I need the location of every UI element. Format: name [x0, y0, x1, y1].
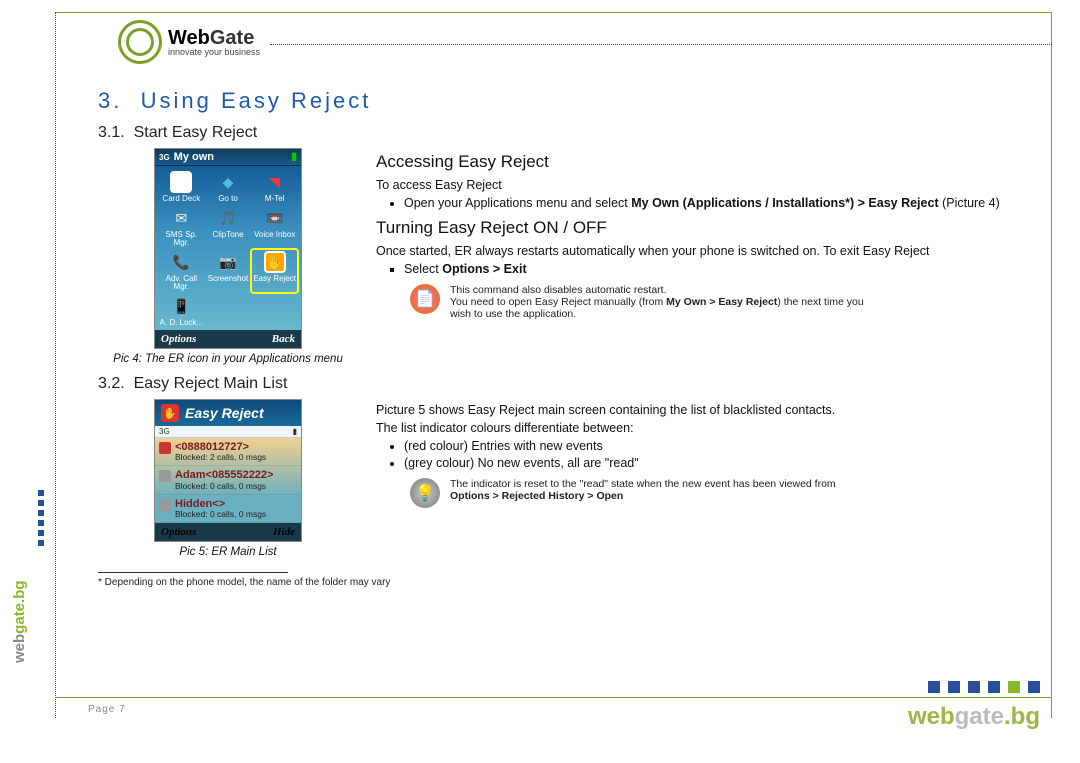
indicator-grey-icon: [159, 470, 171, 482]
footer-brand: webgate.bg: [908, 703, 1040, 731]
access-lead: To access Easy Reject: [376, 178, 1040, 192]
softkey-hide: Hide: [273, 526, 295, 538]
softkey-options: Options: [161, 526, 196, 538]
turning-p1: Once started, ER always restarts automat…: [376, 244, 1040, 258]
brand-logo: WebGate innovate your business: [118, 20, 260, 64]
page-number: Page 7: [88, 704, 126, 715]
content-area: 3. Using Easy Reject 3.1. Start Easy Rej…: [98, 88, 1040, 588]
section-heading: 3. Using Easy Reject: [98, 88, 1040, 114]
heading-turning: Turning Easy Reject ON / OFF: [376, 218, 1040, 238]
mainlist-p1: Picture 5 shows Easy Reject main screen …: [376, 403, 1040, 417]
mainlist-li-red: (red colour) Entries with new events: [404, 439, 1040, 453]
top-dotted-rule: [270, 44, 1052, 45]
easy-reject-app-icon: ✋Easy Reject: [252, 250, 297, 292]
brand-gate: Gate: [210, 27, 254, 49]
subsection-3-2: 3.2. Easy Reject Main List: [98, 375, 1040, 393]
mainlist-p2: The list indicator colours differentiate…: [376, 421, 1040, 435]
pic4-caption: Pic 4: The ER icon in your Applications …: [98, 353, 358, 365]
hint-icon: 💡: [410, 478, 440, 508]
phone1-title: My own: [174, 151, 214, 163]
battery-icon: [291, 152, 297, 162]
phone-screenshot-apps: 3G My own 🂡Card Deck ◆Go to ◥M-Tel ✉SMS …: [154, 148, 302, 349]
access-bullet: Open your Applications menu and select M…: [404, 196, 1040, 210]
phone-screenshot-mainlist: ✋Easy Reject 3G▮ <0888012727>Blocked: 2 …: [154, 399, 302, 542]
softkey-options: Options: [161, 333, 196, 345]
heading-accessing: Accessing Easy Reject: [376, 152, 1040, 172]
brand-web: Web: [168, 27, 210, 49]
note-icon: 📄: [410, 284, 440, 314]
turning-tip: This command also disables automatic res…: [450, 284, 870, 320]
side-brand-label: webgate.bg: [11, 580, 28, 663]
footnote-text: * Depending on the phone model, the name…: [98, 577, 1040, 588]
indicator-red-icon: [159, 442, 171, 454]
left-square-ornament: [38, 490, 44, 546]
indicator-grey-icon: [159, 499, 171, 511]
mainlist-li-grey: (grey colour) No new events, all are "re…: [404, 456, 1040, 470]
footnote-rule: [98, 572, 288, 573]
brand-tagline: innovate your business: [168, 48, 260, 57]
keyhole-icon: [118, 20, 162, 64]
pic5-caption: Pic 5: ER Main List: [98, 546, 358, 558]
softkey-back: Back: [272, 333, 295, 345]
mainlist-tip: The indicator is reset to the "read" sta…: [450, 478, 870, 502]
subsection-3-1: 3.1. Start Easy Reject: [98, 124, 1040, 142]
bottom-rule: [55, 697, 1052, 698]
turning-li: Select Options > Exit: [404, 262, 1040, 276]
left-dotted-rule: [55, 12, 56, 718]
footer-squares: [928, 681, 1040, 693]
